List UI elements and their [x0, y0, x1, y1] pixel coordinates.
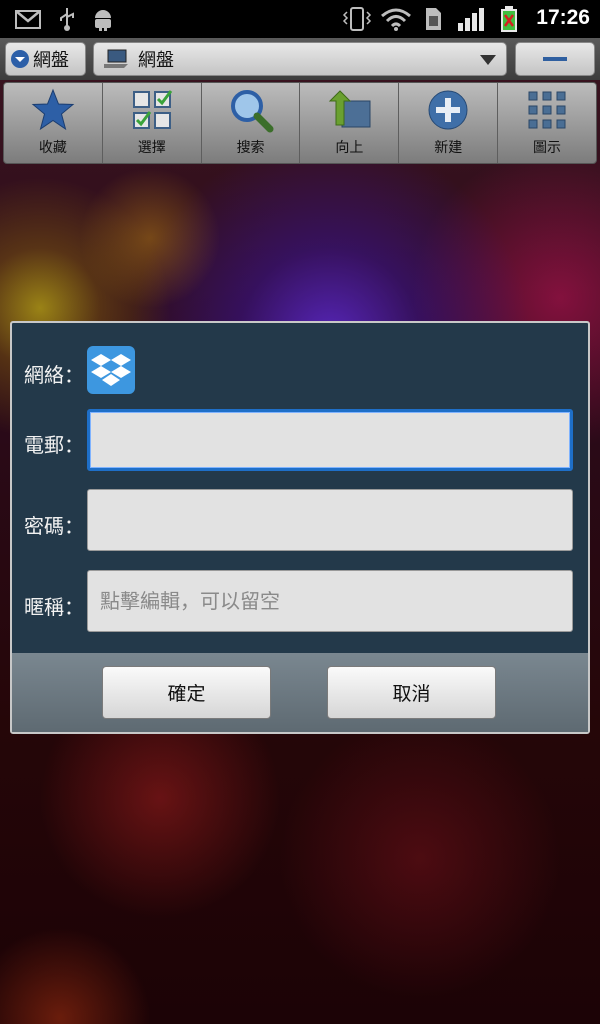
network-login-dialog: 網絡： 電郵： 密碼： 暱稱： 確定 取消 [10, 321, 590, 734]
path-label: 網盤 [138, 50, 174, 71]
ok-button[interactable]: 確定 [102, 666, 271, 719]
account-label: 網盤 [33, 50, 69, 71]
toolbar-search[interactable]: 搜索 [202, 83, 301, 163]
dialog-footer: 確定 取消 [12, 653, 588, 732]
status-bar: 17:26 [0, 0, 600, 38]
search-icon [230, 90, 274, 133]
icon-view-icon [528, 91, 566, 129]
email-field[interactable] [87, 409, 573, 471]
toolbar-icon-view-label: 圖示 [533, 140, 562, 156]
battery-icon [501, 6, 517, 32]
vibrate-icon [342, 7, 372, 31]
cancel-button[interactable]: 取消 [327, 666, 496, 719]
toolbar-favorites[interactable]: 收藏 [4, 83, 103, 163]
android-debug-icon [95, 10, 111, 31]
nickname-label: 暱稱： [24, 595, 84, 619]
location-bar: 網盤 網盤 [0, 38, 600, 80]
add-icon [428, 90, 468, 130]
folder-up-icon [329, 90, 371, 128]
wifi-icon [381, 8, 411, 31]
clock: 17:26 [536, 6, 590, 29]
chevron-down-icon [11, 50, 29, 68]
account-button[interactable]: 網盤 [5, 42, 86, 76]
toolbar-icon-view[interactable]: 圖示 [498, 83, 596, 163]
network-label: 網絡： [24, 363, 84, 387]
email-label: 電郵： [24, 433, 84, 457]
toolbar-search-label: 搜索 [236, 140, 265, 156]
toolbar-up[interactable]: 向上 [300, 83, 400, 163]
sim-icon [426, 8, 441, 30]
dialog-body: 網絡： 電郵： 密碼： 暱稱： [12, 323, 588, 653]
password-field[interactable] [87, 489, 573, 551]
toolbar-new[interactable]: 新建 [399, 83, 499, 163]
password-label: 密碼： [24, 514, 84, 538]
path-dropdown[interactable]: 網盤 [93, 42, 507, 76]
toolbar: 收藏 選擇 搜索 向上 新建 圖示 [3, 82, 597, 164]
select-grid-icon [132, 90, 172, 129]
laptop-icon [104, 49, 128, 68]
dropdown-arrow-icon [480, 55, 496, 65]
toolbar-up-label: 向上 [335, 140, 364, 156]
minus-icon [543, 57, 567, 61]
toolbar-select-label: 選擇 [137, 140, 166, 156]
toolbar-favorites-label: 收藏 [38, 140, 67, 156]
minimize-button[interactable] [515, 42, 595, 76]
star-icon [31, 88, 75, 131]
toolbar-new-label: 新建 [434, 140, 463, 156]
nickname-field[interactable] [87, 570, 573, 632]
toolbar-select[interactable]: 選擇 [103, 83, 202, 163]
signal-icon [458, 8, 484, 31]
gmail-icon [15, 10, 41, 29]
dropbox-icon[interactable] [87, 346, 135, 394]
usb-icon [60, 8, 74, 31]
